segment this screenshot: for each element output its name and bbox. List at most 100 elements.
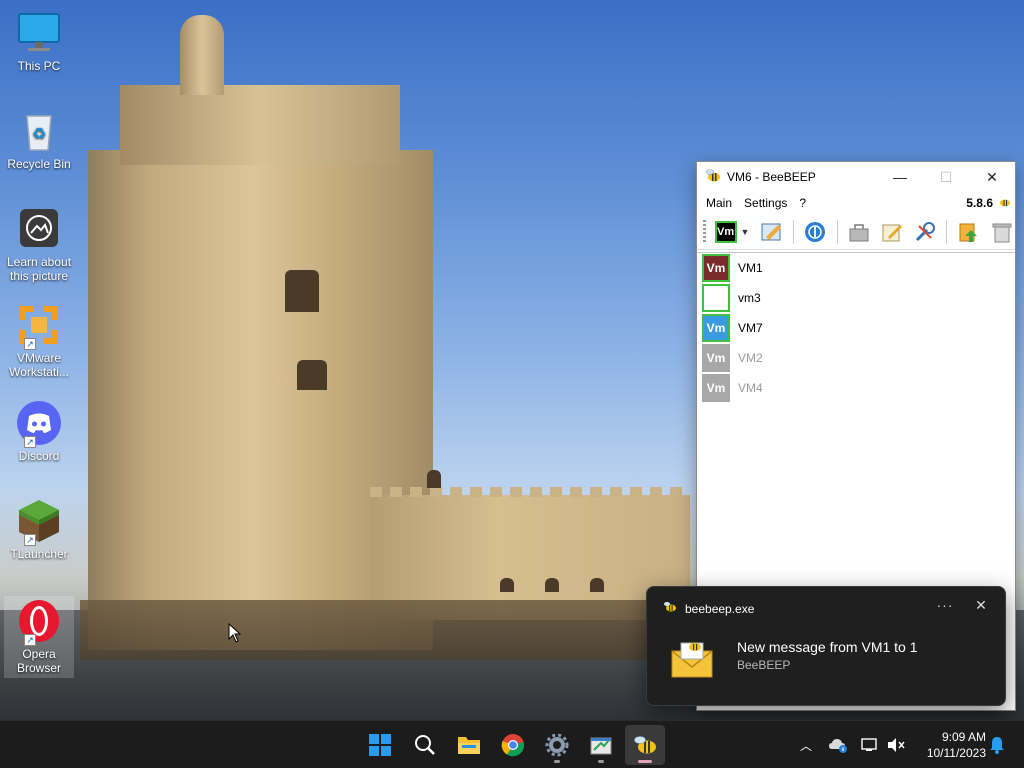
network-monitor-icon: [861, 738, 877, 751]
user-name: VM1: [738, 261, 763, 275]
desktop-icon-label: TLauncher: [10, 547, 68, 561]
desktop-icon-this-pc[interactable]: This PC: [4, 10, 74, 73]
winscp-button[interactable]: [581, 725, 621, 765]
menu-help[interactable]: ?: [799, 196, 806, 210]
recycle-bin-icon: ♻: [16, 108, 62, 154]
file-explorer-button[interactable]: [449, 725, 489, 765]
notes-button[interactable]: [879, 218, 906, 246]
user-avatar: Vm: [702, 314, 730, 342]
file-transfer-icon: [959, 223, 977, 242]
desktop-icon-label: Recycle Bin: [7, 157, 71, 171]
message-envelope-icon: [669, 637, 715, 683]
desktop-icon-tlauncher[interactable]: ↗ TLauncher: [4, 498, 74, 561]
user-avatar: Vm: [702, 344, 730, 372]
plugins-button[interactable]: [912, 218, 939, 246]
pencil-icon: [882, 224, 903, 241]
vmware-icon: ↗: [16, 302, 62, 350]
version-label: 5.8.6: [966, 196, 993, 210]
desktop-icon-label: This PC: [17, 59, 61, 73]
user-name: VM2: [738, 351, 763, 365]
desktop-icon-label: VMware Workstati...: [9, 351, 69, 379]
file-transfer-button[interactable]: [955, 218, 982, 246]
user-list-item[interactable]: Vm VM2: [697, 343, 1015, 373]
network-icon: [805, 221, 826, 242]
discord-icon: ↗: [16, 400, 62, 448]
toolbar-grip-icon: [703, 219, 706, 244]
clock[interactable]: 9:09 AM 10/11/2023: [912, 729, 986, 761]
start-icon: [369, 734, 391, 756]
close-button[interactable]: ✕: [969, 162, 1015, 192]
shortcut-arrow-icon: ↗: [24, 634, 36, 646]
volume-tray-button[interactable]: [884, 721, 908, 768]
svg-text:♻: ♻: [32, 124, 46, 143]
onedrive-tray-button[interactable]: [826, 721, 850, 768]
monitor-icon: [16, 10, 62, 56]
shortcut-arrow-icon: ↗: [24, 534, 36, 546]
user-list-item[interactable]: Vm VM7: [697, 313, 1015, 343]
profile-edit-icon: [761, 223, 781, 240]
chrome-icon: [501, 734, 525, 757]
grass-block-icon: ↗: [16, 498, 62, 546]
menu-main[interactable]: Main: [706, 196, 732, 210]
user-avatar: Vm: [702, 254, 730, 282]
menu-settings[interactable]: Settings: [744, 196, 787, 210]
toast-app-name: beebeep.exe: [685, 601, 755, 616]
bee-icon: [705, 168, 721, 186]
desktop-icon-label: Learn about this picture: [6, 255, 72, 283]
chevron-down-icon: ▼: [740, 226, 750, 237]
search-icon: [415, 735, 435, 755]
desktop-icon-discord[interactable]: ↗ Discord: [4, 400, 74, 463]
notification-toast[interactable]: beebeep.exe ··· ✕ New message from VM1 t…: [646, 586, 1006, 706]
network-button[interactable]: [802, 218, 829, 246]
user-name: VM4: [738, 381, 763, 395]
shortcut-arrow-icon: ↗: [24, 436, 36, 448]
user-name: VM7: [738, 321, 763, 335]
user-list-item[interactable]: Vm VM4: [697, 373, 1015, 403]
user-avatar: [702, 284, 730, 312]
desktop-icon-vmware[interactable]: ↗ VMware Workstati...: [4, 302, 74, 379]
menu-bar: Main Settings ? 5.8.6: [697, 192, 1015, 214]
edit-profile-button[interactable]: [758, 218, 785, 246]
settings-button[interactable]: [537, 725, 577, 765]
settings-icon: [545, 733, 569, 757]
desktop-icon-opera[interactable]: ↗ Opera Browser: [4, 596, 74, 678]
close-icon[interactable]: ✕: [969, 597, 993, 621]
shortcut-arrow-icon: ↗: [24, 338, 36, 350]
beebeep-taskbar-button[interactable]: [625, 725, 665, 765]
desktop-icon-recycle-bin[interactable]: ♻ Recycle Bin: [4, 108, 74, 171]
cloud-info-icon: [829, 739, 847, 753]
opera-icon: ↗: [16, 598, 62, 646]
toast-header: beebeep.exe: [663, 601, 754, 616]
clock-time: 9:09 AM: [941, 730, 986, 744]
toast-body: BeeBEEP: [737, 658, 791, 672]
more-options-button[interactable]: ···: [933, 597, 957, 621]
chrome-button[interactable]: [493, 725, 533, 765]
desktop-icon-learn-picture[interactable]: Learn about this picture: [4, 206, 74, 283]
clock-date: 10/11/2023: [926, 746, 986, 760]
speaker-muted-icon: [888, 738, 905, 752]
notification-center-button[interactable]: [986, 721, 1008, 768]
status-button[interactable]: Vm ▼: [712, 218, 752, 246]
mouse-cursor-icon: [228, 622, 242, 646]
camera-icon: [16, 206, 62, 252]
user-list-item[interactable]: Vm VM1: [697, 253, 1015, 283]
minimize-button[interactable]: —: [877, 162, 923, 192]
user-list-item[interactable]: vm3: [697, 283, 1015, 313]
status-avatar: Vm: [714, 220, 737, 243]
show-hidden-icons-button[interactable]: ︿: [796, 721, 816, 768]
user-name: vm3: [738, 291, 761, 305]
tools-button[interactable]: [846, 218, 873, 246]
network-tray-button[interactable]: [858, 721, 882, 768]
desktop-icon-label: Discord: [18, 449, 60, 463]
maximize-button[interactable]: ☐: [923, 162, 969, 192]
toast-title: New message from VM1 to 1: [737, 639, 918, 655]
title-bar[interactable]: VM6 - BeeBEEP — ☐ ✕: [697, 162, 1015, 192]
taskbar: ︿ 9:09 AM 10/11/2023: [0, 720, 1024, 768]
clear-button[interactable]: [988, 218, 1015, 246]
file-explorer-icon: [458, 737, 480, 754]
bell-icon: [990, 737, 1004, 754]
user-avatar: Vm: [702, 374, 730, 402]
search-button[interactable]: [405, 725, 445, 765]
start-button[interactable]: [360, 725, 400, 765]
window-title: VM6 - BeeBEEP: [727, 170, 816, 184]
